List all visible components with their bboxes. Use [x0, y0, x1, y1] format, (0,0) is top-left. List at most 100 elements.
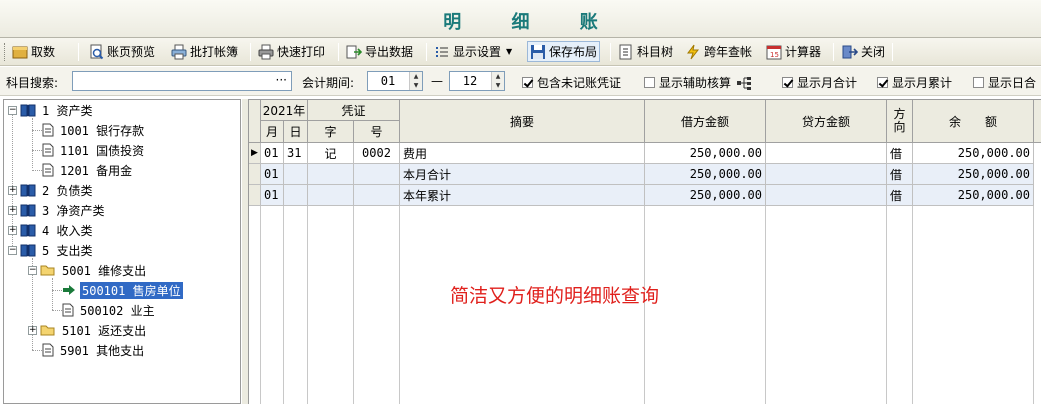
tree-node-1001[interactable]: 1001 银行存款: [42, 121, 146, 139]
stepper-arrows[interactable]: ▲ ▼: [491, 72, 504, 90]
cell-voucher-number[interactable]: [354, 185, 400, 206]
tree-node-assets[interactable]: 1 资产类: [20, 101, 94, 119]
tree-node-expenses[interactable]: 5 支出类: [20, 241, 94, 259]
cell-credit[interactable]: [766, 143, 887, 164]
cell-summary[interactable]: 费用: [400, 143, 645, 164]
account-search-input[interactable]: ···: [72, 71, 292, 91]
period-from-stepper[interactable]: 01 ▲ ▼: [367, 71, 423, 91]
tree-node-1101[interactable]: 1101 国债投资: [42, 141, 146, 159]
chevron-up-icon[interactable]: ▲: [492, 72, 504, 81]
printer-icon: [171, 44, 187, 59]
cell-balance[interactable]: 250,000.00: [913, 143, 1034, 164]
quick-print-button[interactable]: 快速打印: [258, 41, 325, 62]
checkbox-box[interactable]: [644, 77, 655, 88]
row-pointer[interactable]: [249, 164, 261, 185]
include-unposted-checkbox[interactable]: 包含未记账凭证: [522, 74, 621, 91]
cell-voucher-word[interactable]: 记: [308, 143, 354, 164]
batch-print-button[interactable]: 批打帐簿: [171, 41, 238, 62]
cell-voucher-number[interactable]: [354, 164, 400, 185]
tree-node-5001[interactable]: 5001 维修支出: [40, 261, 148, 279]
cell-direction[interactable]: 借: [887, 143, 913, 164]
show-month-cumulative-checkbox[interactable]: 显示月累计: [877, 74, 952, 91]
checkbox-box[interactable]: [877, 77, 888, 88]
checkbox-box[interactable]: [973, 77, 984, 88]
voucher-header: 凭证: [308, 100, 400, 121]
window-title: 明 细 账: [443, 12, 620, 33]
toolbar-separator: [892, 43, 893, 61]
tree-node-net-assets[interactable]: 3 净资产类: [20, 201, 106, 219]
collapse-toggle[interactable]: −: [8, 106, 17, 115]
chevron-down-icon[interactable]: ▼: [492, 81, 504, 90]
display-settings-label: 显示设置: [453, 45, 502, 59]
cell-month[interactable]: 01: [261, 185, 284, 206]
tree-node-500102[interactable]: 500102 业主: [62, 301, 157, 319]
show-month-total-checkbox[interactable]: 显示月合计: [782, 74, 857, 91]
tree-node-5101[interactable]: 5101 返还支出: [40, 321, 148, 339]
period-to-stepper[interactable]: 12 ▲ ▼: [449, 71, 505, 91]
expand-toggle[interactable]: +: [8, 226, 17, 235]
save-layout-button[interactable]: 保存布局: [527, 41, 601, 62]
show-auxiliary-checkbox[interactable]: 显示辅助核算: [644, 74, 752, 91]
cell-month[interactable]: 01: [261, 164, 284, 185]
tree-node-1201[interactable]: 1201 备用金: [42, 161, 134, 179]
row-pointer[interactable]: ▶: [249, 143, 261, 164]
cell-credit[interactable]: [766, 185, 887, 206]
filter-bar: 科目搜索: ··· 会计期间: 01 ▲ ▼ — 12 ▲ ▼ 包含未记账凭证 显示…: [0, 67, 1041, 96]
close-button[interactable]: 关闭: [842, 41, 885, 62]
account-tree[interactable]: − 1 资产类 1001 银行存款 1101 国债投资 1201 备用金 + 2…: [3, 99, 241, 404]
promo-caption: 简洁又方便的明细账查询: [450, 285, 660, 307]
cell-credit[interactable]: [766, 164, 887, 185]
cell-month[interactable]: 01: [261, 143, 284, 164]
stepper-arrows[interactable]: ▲ ▼: [409, 72, 422, 90]
close-label: 关闭: [861, 45, 886, 59]
chevron-down-icon[interactable]: ▼: [410, 81, 422, 90]
cell-summary[interactable]: 本月合计: [400, 164, 645, 185]
checkbox-box[interactable]: [522, 77, 533, 88]
cell-debit[interactable]: 250,000.00: [645, 185, 766, 206]
account-tree-button[interactable]: 科目树: [618, 41, 673, 62]
cell-balance[interactable]: 250,000.00: [913, 164, 1034, 185]
tree-node-liabilities[interactable]: 2 负债类: [20, 181, 94, 199]
fetch-icon: [12, 46, 28, 58]
chevron-up-icon[interactable]: ▲: [410, 72, 422, 81]
fetch-button[interactable]: 取数: [12, 41, 55, 62]
collapse-toggle[interactable]: −: [8, 246, 17, 255]
cell-debit[interactable]: 250,000.00: [645, 164, 766, 185]
toolbar-grip[interactable]: [4, 43, 7, 61]
tree-node-500101[interactable]: 500101 售房单位: [62, 281, 183, 299]
grid-line: [886, 206, 887, 404]
folder-open-icon: [40, 265, 55, 276]
checkbox-box[interactable]: [782, 77, 793, 88]
document-icon: [62, 303, 74, 317]
collapse-toggle[interactable]: −: [28, 266, 37, 275]
expand-toggle[interactable]: +: [8, 206, 17, 215]
expand-toggle[interactable]: +: [8, 186, 17, 195]
ledger-grid[interactable]: 2021年 凭证 月 日 字 号 摘要 借方金额 贷方金额 方向 余 额 ▶ 0…: [248, 99, 1041, 404]
cell-summary[interactable]: 本年累计: [400, 185, 645, 206]
tree-node-income[interactable]: 4 收入类: [20, 221, 94, 239]
cell-day[interactable]: [284, 164, 308, 185]
document-icon: [42, 343, 54, 357]
cell-day[interactable]: [284, 185, 308, 206]
cell-debit[interactable]: 250,000.00: [645, 143, 766, 164]
cell-voucher-number[interactable]: 0002: [354, 143, 400, 164]
cross-year-button[interactable]: 跨年查帐: [685, 41, 752, 62]
cell-direction[interactable]: 借: [887, 185, 913, 206]
tree-node-5901[interactable]: 5901 其他支出: [42, 341, 146, 359]
page-preview-button[interactable]: 账页预览: [88, 41, 155, 62]
ellipsis-button[interactable]: ···: [276, 73, 287, 87]
row-pointer[interactable]: [249, 185, 261, 206]
export-data-button[interactable]: 导出数据: [346, 41, 413, 62]
show-daily-total-checkbox[interactable]: 显示日合: [973, 74, 1036, 91]
grid-line: [307, 206, 308, 404]
cell-day[interactable]: 31: [284, 143, 308, 164]
expand-toggle[interactable]: +: [28, 326, 37, 335]
calculator-button[interactable]: 15 计算器: [766, 41, 821, 62]
cell-voucher-word[interactable]: [308, 185, 354, 206]
svg-text:15: 15: [770, 51, 779, 59]
display-settings-button[interactable]: 显示设置 ▼: [434, 41, 512, 62]
period-separator: —: [431, 74, 443, 88]
cell-balance[interactable]: 250,000.00: [913, 185, 1034, 206]
cell-direction[interactable]: 借: [887, 164, 913, 185]
cell-voucher-word[interactable]: [308, 164, 354, 185]
